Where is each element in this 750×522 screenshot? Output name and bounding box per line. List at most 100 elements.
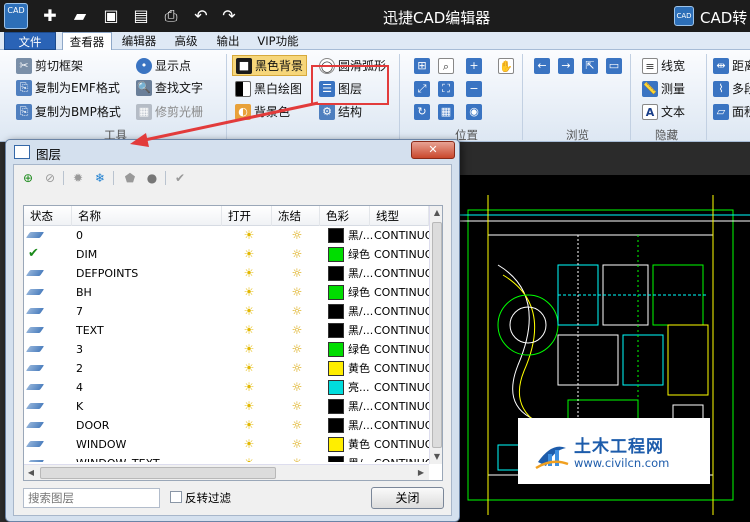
redo-icon[interactable]: ↷ bbox=[219, 6, 239, 26]
scroll-up-icon[interactable]: ▲ bbox=[430, 206, 442, 220]
sun-thaw-icon[interactable]: ☼ bbox=[290, 418, 304, 432]
dialog-title-bar[interactable]: 图层 ✕ bbox=[6, 140, 459, 164]
text-button[interactable]: A 文本 bbox=[642, 102, 685, 122]
grid-icon[interactable]: ▦ bbox=[438, 104, 454, 120]
scroll-right-icon[interactable]: ▶ bbox=[414, 466, 428, 480]
bulb-on-icon[interactable]: ☀ bbox=[242, 399, 256, 413]
zoom-extents-icon[interactable]: ⤢ bbox=[414, 81, 430, 97]
hscroll-thumb[interactable] bbox=[40, 467, 276, 479]
undo-icon[interactable]: ↶ bbox=[191, 6, 211, 26]
current-layer-check-icon[interactable]: ✔ bbox=[28, 246, 39, 261]
sun-icon[interactable]: ✹ bbox=[70, 170, 86, 186]
sun-thaw-icon[interactable]: ☼ bbox=[290, 342, 304, 356]
zoom-search-icon[interactable]: ⌕ bbox=[438, 58, 454, 74]
table-row[interactable]: K ☀ ☼ 黑/...CONTINUOUS bbox=[24, 397, 429, 416]
window-close-button[interactable]: ✕ bbox=[411, 141, 455, 159]
bulb-on-icon[interactable]: ☀ bbox=[242, 342, 256, 356]
new-layer-icon[interactable]: ⊕ bbox=[20, 170, 36, 186]
color-swatch[interactable] bbox=[328, 399, 344, 414]
linetype-value[interactable]: CONTINUOUS bbox=[374, 340, 429, 359]
bulb-on-icon[interactable]: ☀ bbox=[242, 266, 256, 280]
linetype-value[interactable]: CONTINUOUS bbox=[374, 416, 429, 435]
layer-status-icon[interactable] bbox=[25, 270, 45, 276]
bulb-icon[interactable]: ● bbox=[144, 170, 160, 186]
color-swatch[interactable] bbox=[328, 437, 344, 452]
table-row[interactable]: BH ☀ ☼ 绿色 CONTINUOUS bbox=[24, 283, 429, 302]
black-background-button[interactable]: ■ 黑色背景 bbox=[232, 55, 308, 76]
table-row[interactable]: 3 ☀ ☼ 绿色 CONTINUOUS bbox=[24, 340, 429, 359]
color-swatch[interactable] bbox=[328, 456, 344, 462]
measure-button[interactable]: 📏 测量 bbox=[642, 79, 685, 99]
bulb-on-icon[interactable]: ☀ bbox=[242, 285, 256, 299]
trim-raster-button[interactable]: ▦ 修剪光栅 bbox=[136, 102, 203, 122]
table-row[interactable]: WINDOW ☀ ☼ 黄色 CONTINUOUS bbox=[24, 435, 429, 454]
sun-thaw-icon[interactable]: ☼ bbox=[290, 285, 304, 299]
layer-status-icon[interactable] bbox=[25, 346, 45, 352]
layer-status-icon[interactable] bbox=[25, 308, 45, 314]
bg-color-button[interactable]: ◐ 背景色 bbox=[235, 102, 290, 122]
new-icon[interactable]: ✚ bbox=[40, 6, 60, 26]
bulb-on-icon[interactable]: ☀ bbox=[242, 247, 256, 261]
zoom-in-icon[interactable]: + bbox=[466, 58, 482, 74]
checkmark-icon[interactable]: ✔ bbox=[172, 170, 188, 186]
table-row[interactable]: DOOR ☀ ☼ 黑/...CONTINUOUS bbox=[24, 416, 429, 435]
color-swatch[interactable] bbox=[328, 266, 344, 281]
layer-status-icon[interactable] bbox=[25, 403, 45, 409]
scroll-down-icon[interactable]: ▼ bbox=[430, 450, 442, 464]
color-swatch[interactable] bbox=[328, 380, 344, 395]
color-swatch[interactable] bbox=[328, 361, 344, 376]
col-on[interactable]: 打开 bbox=[222, 206, 272, 226]
sun-thaw-icon[interactable]: ☼ bbox=[290, 456, 304, 462]
col-status[interactable]: 状态 bbox=[24, 206, 72, 226]
bulb-on-icon[interactable]: ☀ bbox=[242, 380, 256, 394]
vertical-scrollbar[interactable]: ▲ ▼ bbox=[429, 206, 442, 464]
linetype-value[interactable]: CONTINUOUS bbox=[374, 378, 429, 397]
color-swatch[interactable] bbox=[328, 342, 344, 357]
bulb-on-icon[interactable]: ☀ bbox=[242, 304, 256, 318]
ad-text[interactable]: CAD转 bbox=[700, 7, 747, 28]
color-swatch[interactable] bbox=[328, 418, 344, 433]
sun-thaw-icon[interactable]: ☼ bbox=[290, 228, 304, 242]
color-swatch[interactable] bbox=[328, 247, 344, 262]
linetype-value[interactable]: CONTINUOUS bbox=[374, 359, 429, 378]
save-icon[interactable]: ▣ bbox=[101, 6, 121, 26]
export-icon[interactable]: ⇱ bbox=[582, 58, 598, 74]
linetype-value[interactable]: CONTINUOUS bbox=[374, 302, 429, 321]
tab-file[interactable]: 文件 bbox=[4, 32, 56, 50]
save-as-icon[interactable]: ▤ bbox=[131, 6, 151, 26]
pan-hand-icon[interactable]: ✋ bbox=[498, 58, 514, 74]
layer-status-icon[interactable] bbox=[25, 232, 45, 238]
area-button[interactable]: ▱面积 bbox=[713, 102, 750, 122]
tab-advanced[interactable]: 高级 bbox=[166, 32, 206, 50]
open-icon[interactable]: ▰ bbox=[70, 6, 90, 26]
color-swatch[interactable] bbox=[328, 285, 344, 300]
layer-status-icon[interactable] bbox=[25, 460, 45, 462]
app-logo[interactable]: CAD bbox=[4, 3, 28, 29]
table-row[interactable]: 2 ☀ ☼ 黄色 CONTINUOUS bbox=[24, 359, 429, 378]
table-row[interactable]: TEXT ☀ ☼ 黑/...CONTINUOUS bbox=[24, 321, 429, 340]
linetype-value[interactable]: CONTINUOUS bbox=[374, 264, 429, 283]
sun-thaw-icon[interactable]: ☼ bbox=[290, 399, 304, 413]
copy-emf-button[interactable]: ⎘ 复制为EMF格式 bbox=[16, 78, 120, 98]
tab-output[interactable]: 输出 bbox=[210, 32, 246, 50]
linetype-value[interactable]: CONTINUOUS bbox=[374, 321, 429, 340]
scroll-thumb[interactable] bbox=[432, 222, 442, 448]
fit-icon[interactable]: ⛶ bbox=[438, 81, 454, 97]
layer-status-icon[interactable] bbox=[25, 441, 45, 447]
table-row[interactable]: WINDOW_TEXT ☀ ☼ 黑/...CONTINUOUS bbox=[24, 454, 429, 462]
zoom-window-icon[interactable]: ⊞ bbox=[414, 58, 430, 74]
print-icon[interactable]: ⎙ bbox=[161, 6, 181, 26]
sun-thaw-icon[interactable]: ☼ bbox=[290, 266, 304, 280]
sun-thaw-icon[interactable]: ☼ bbox=[290, 323, 304, 337]
layer-status-icon[interactable] bbox=[25, 384, 45, 390]
col-name[interactable]: 名称 bbox=[72, 206, 222, 226]
sun-thaw-icon[interactable]: ☼ bbox=[290, 437, 304, 451]
col-linetype[interactable]: 线型 bbox=[370, 206, 429, 226]
bulb-on-icon[interactable]: ☀ bbox=[242, 418, 256, 432]
col-freeze[interactable]: 冻结 bbox=[272, 206, 320, 226]
col-color[interactable]: 色彩 bbox=[320, 206, 370, 226]
copy-bmp-button[interactable]: ⎘ 复制为BMP格式 bbox=[16, 102, 121, 122]
zoom-prev-icon[interactable]: ◉ bbox=[466, 104, 482, 120]
table-row[interactable]: ✔ DIM ☀ ☼ 绿色 CONTINUOUS bbox=[24, 245, 429, 264]
structure-button[interactable]: ⚙ 结构 bbox=[319, 102, 362, 122]
